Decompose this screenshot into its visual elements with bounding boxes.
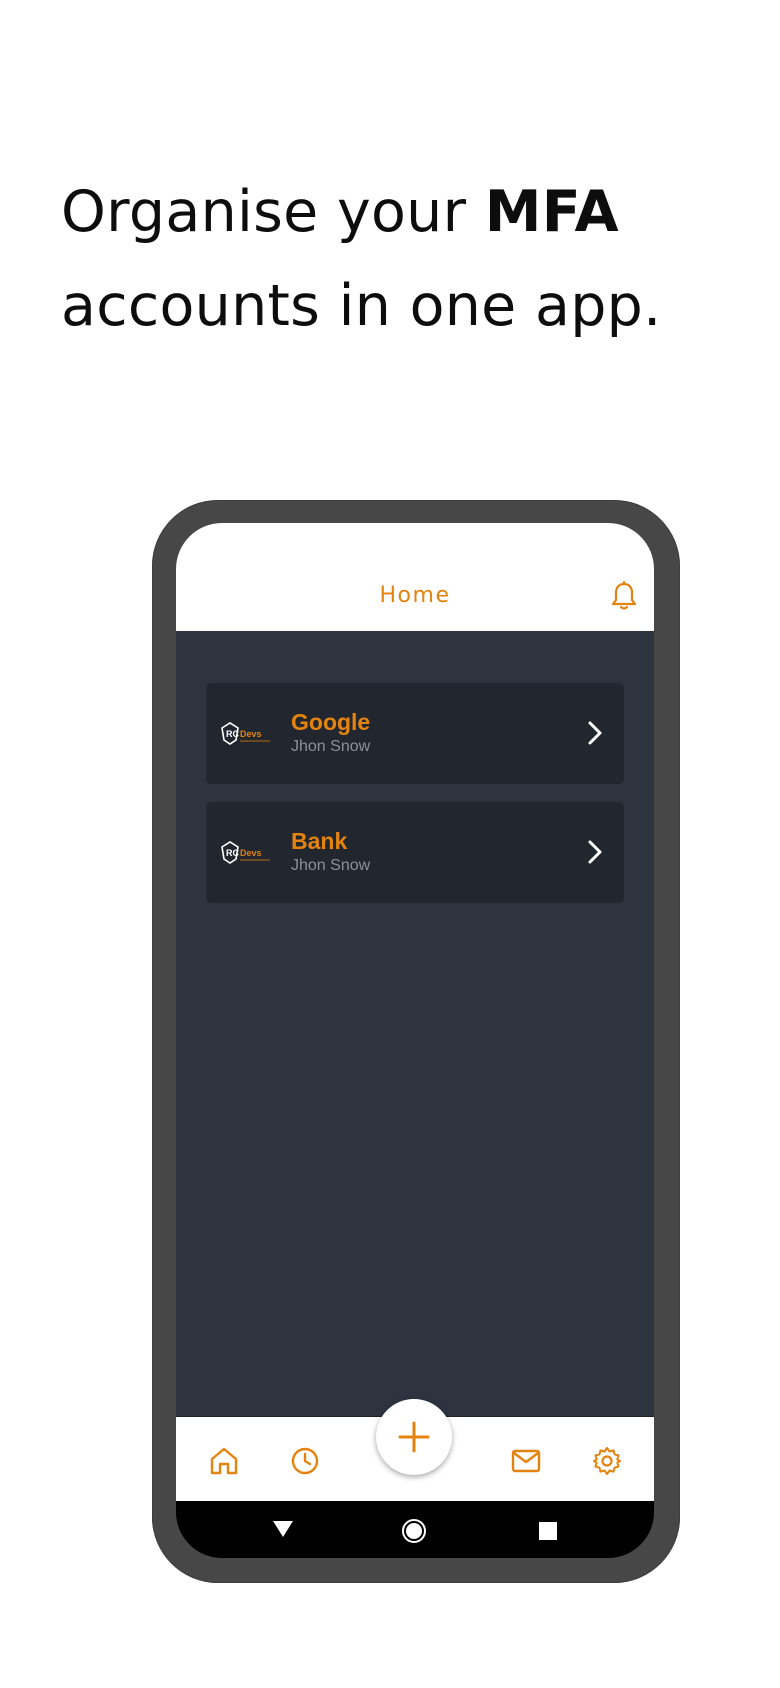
app-header: Home (176, 523, 654, 631)
logo-rc: RC (226, 729, 239, 739)
system-navigation-bar (176, 1501, 654, 1558)
headline-part2: accounts in one app. (61, 273, 662, 339)
clock-icon[interactable] (289, 1445, 321, 1477)
header-title: Home (379, 583, 451, 608)
logo-devs: Devs (240, 848, 262, 858)
headline-part1: Organise your (61, 179, 485, 245)
account-name: Bank (291, 828, 348, 854)
account-card-bank[interactable]: RC Devs Bank Jhon Snow (206, 802, 624, 903)
rcdevs-logo: RC Devs (221, 841, 270, 864)
home-circle-icon[interactable] (401, 1519, 427, 1545)
home-icon[interactable] (208, 1445, 240, 1477)
bottom-navigation (176, 1399, 654, 1502)
mail-icon[interactable] (510, 1445, 542, 1477)
account-user: Jhon Snow (291, 738, 371, 755)
bell-icon[interactable] (608, 580, 640, 612)
back-triangle-icon[interactable] (272, 1519, 294, 1539)
plus-icon (398, 1421, 430, 1453)
chevron-right-icon[interactable] (586, 719, 604, 747)
marketing-headline: Organise your MFA accounts in one app. (61, 165, 761, 353)
account-name: Google (291, 709, 371, 735)
add-account-button[interactable] (376, 1399, 452, 1475)
rcdevs-logo: RC Devs (221, 722, 270, 745)
phone-frame: Home RC Devs Google Jhon Snow RC Devs Ba… (152, 500, 680, 1583)
headline-bold: MFA (484, 179, 619, 245)
chevron-right-icon[interactable] (586, 838, 604, 866)
logo-rc: RC (226, 848, 239, 858)
account-card-google[interactable]: RC Devs Google Jhon Snow (206, 683, 624, 784)
recents-square-icon[interactable] (539, 1522, 557, 1540)
accounts-list: RC Devs Google Jhon Snow RC Devs Bank Jh… (176, 631, 654, 1416)
gear-icon[interactable] (591, 1445, 623, 1477)
logo-devs: Devs (240, 729, 262, 739)
account-user: Jhon Snow (291, 857, 371, 874)
phone-screen: Home RC Devs Google Jhon Snow RC Devs Ba… (176, 523, 654, 1558)
